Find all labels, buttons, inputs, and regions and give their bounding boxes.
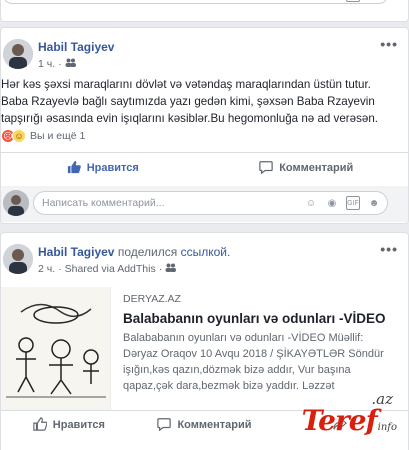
gif-icon[interactable]: GIF bbox=[346, 0, 360, 2]
haha-reaction-icon: ☺ bbox=[12, 129, 26, 143]
gif-icon[interactable]: GIF bbox=[346, 196, 360, 210]
post-actions: Нравится Комментарий bbox=[1, 154, 408, 182]
previous-post-card: ☺ ◉ GIF ☻ bbox=[0, 0, 409, 22]
author-name[interactable]: Habil Tagiyev bbox=[38, 40, 114, 54]
watermark-sub: info bbox=[377, 422, 397, 433]
comment-button[interactable]: Комментарий bbox=[137, 411, 273, 439]
like-button[interactable]: Нравится bbox=[1, 154, 205, 182]
post-time[interactable]: 1 ч. bbox=[38, 58, 55, 70]
post-header: Habil Tagiyev 1 ч. · ••• bbox=[1, 28, 408, 80]
comment-icon bbox=[157, 417, 172, 434]
reactions-count: Вы и ещё 1 bbox=[30, 130, 86, 142]
previous-comment-box[interactable]: ☺ ◉ GIF ☻ bbox=[3, 0, 388, 4]
link-description: Balababanın oyunları və odunları -VİDEO … bbox=[123, 332, 384, 392]
friends-icon bbox=[65, 58, 76, 70]
shared-verb: поделился bbox=[117, 245, 178, 259]
friends-icon bbox=[165, 263, 177, 275]
more-options-icon[interactable]: ••• bbox=[380, 241, 398, 257]
watermark-main: Teref bbox=[301, 404, 378, 437]
author-name[interactable]: Habil Tagiyev bbox=[38, 245, 114, 259]
thumbs-up-icon bbox=[67, 160, 81, 177]
comment-button[interactable]: Комментарий bbox=[205, 154, 409, 182]
link-body: DERYAZ.AZ Balababanın oyunları və odunla… bbox=[123, 293, 395, 394]
site-watermark: Teref info .az bbox=[301, 390, 397, 437]
camera-icon[interactable]: ◉ bbox=[325, 0, 339, 2]
like-label: Нравится bbox=[52, 419, 105, 431]
shared-link[interactable]: ссылкой. bbox=[181, 245, 231, 259]
comment-placeholder: Написать комментарий... bbox=[42, 197, 165, 209]
camera-icon[interactable]: ◉ bbox=[325, 196, 339, 210]
author-avatar[interactable] bbox=[3, 39, 33, 69]
author-avatar[interactable] bbox=[3, 244, 33, 274]
link-domain: DERYAZ.AZ bbox=[123, 293, 181, 305]
post-header: Habil Tagiyev поделился ссылкой. 2 ч. · … bbox=[1, 233, 408, 285]
post-meta: 2 ч. · Shared via AddThis · bbox=[38, 263, 177, 275]
author-line: Habil Tagiyev поделился ссылкой. bbox=[38, 245, 230, 259]
comment-input[interactable]: Написать комментарий... ☺ ◉ GIF ☻ bbox=[33, 191, 388, 215]
link-preview[interactable]: DERYAZ.AZ Balababanın oyunları və odunla… bbox=[1, 287, 401, 410]
reactions-summary[interactable]: ☹ ☺ Вы и ещё 1 bbox=[1, 129, 85, 143]
post-meta: 1 ч. · bbox=[38, 58, 76, 70]
shared-via: Shared via AddThis bbox=[64, 263, 156, 275]
comment-icon bbox=[259, 160, 273, 177]
emoji-icon[interactable]: ☺ bbox=[304, 196, 318, 210]
like-button[interactable]: Нравится bbox=[1, 411, 137, 439]
link-title[interactable]: Balababanın oyunları və odunları -VİDEO bbox=[123, 311, 395, 326]
link-thumbnail[interactable] bbox=[1, 287, 111, 410]
post-time[interactable]: 2 ч. bbox=[38, 263, 55, 275]
more-options-icon[interactable]: ••• bbox=[380, 36, 398, 52]
like-label: Нравится bbox=[86, 162, 139, 174]
emoji-icon[interactable]: ☺ bbox=[304, 0, 318, 2]
current-user-avatar[interactable] bbox=[3, 190, 29, 216]
thumbs-up-icon bbox=[33, 416, 48, 434]
sticker-icon[interactable]: ☻ bbox=[367, 0, 381, 2]
post-text: Hər kəs şəxsi maraqlarını dövlət və vətə… bbox=[1, 78, 379, 125]
comment-composer: Написать комментарий... ☺ ◉ GIF ☻ bbox=[1, 186, 408, 222]
watermark-az: .az bbox=[371, 390, 393, 408]
sticker-icon[interactable]: ☻ bbox=[367, 196, 381, 210]
divider bbox=[1, 152, 408, 153]
comment-label: Комментарий bbox=[177, 419, 252, 431]
post-card-1: Habil Tagiyev 1 ч. · ••• Hər kəs şəxsi m… bbox=[0, 27, 409, 224]
comment-label: Комментарий bbox=[279, 162, 354, 174]
